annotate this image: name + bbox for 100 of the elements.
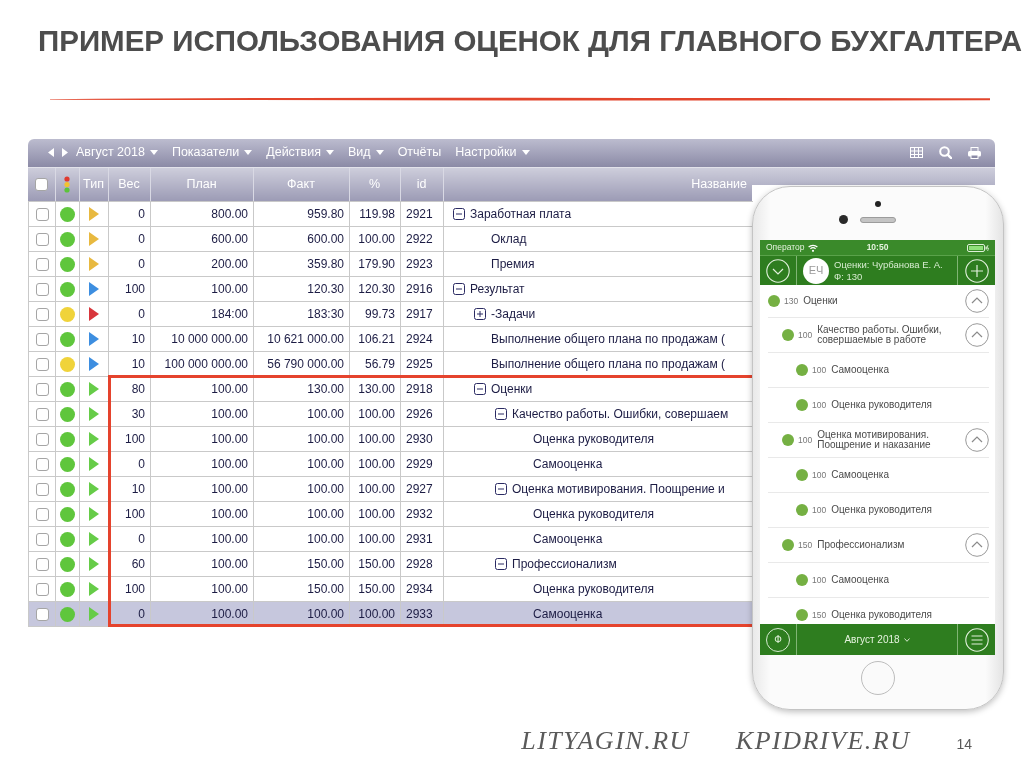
table-cell: 100.00 [150, 526, 254, 551]
row-checkbox[interactable] [35, 207, 49, 221]
table-row[interactable]: 100 100.00 150.00 150.00 2934 Оценка руководителя [28, 576, 753, 601]
item-label[interactable]: Самооценка [831, 574, 989, 586]
table-row[interactable]: 0 200.00 359.80 179.90 2923 Премия [28, 251, 753, 276]
table-cell: 100.00 [349, 526, 401, 551]
row-name: Самооценка [533, 455, 603, 473]
row-checkbox[interactable] [35, 507, 49, 521]
row-checkbox[interactable] [35, 532, 49, 546]
table-row[interactable]: 0 184:00 183:30 99.73 2917 -Задачи [28, 301, 753, 326]
item-label[interactable]: Оценка мотивирования. Поощрение и наказание [817, 429, 961, 451]
item-label[interactable]: Оценка руководителя [831, 504, 989, 516]
table-cell: 179.90 [349, 251, 401, 276]
item-label[interactable]: Оценка руководителя [831, 609, 989, 621]
table-cell: 150.00 [349, 576, 401, 601]
table-cell: 100.00 [150, 501, 254, 526]
table-grid-icon[interactable] [910, 147, 923, 158]
add-icon[interactable] [964, 258, 989, 283]
row-name: Выполнение общего плана по продажам ( [491, 355, 726, 373]
minus-box-icon[interactable] [495, 482, 507, 495]
row-checkbox[interactable] [35, 232, 49, 246]
row-checkbox[interactable] [35, 307, 49, 321]
table-cell: 2922 [400, 226, 444, 251]
table-cell: 150.00 [253, 551, 350, 576]
status-dot-icon [782, 539, 794, 551]
table-cell: 2916 [400, 276, 444, 301]
table-row[interactable]: 100 100.00 100.00 100.00 2932 Оценка руководителя [28, 501, 753, 526]
previous-arrow-icon[interactable] [48, 148, 54, 157]
minus-box-icon[interactable] [453, 207, 465, 220]
score-label: 100 [812, 468, 827, 482]
score-label: 100 [812, 503, 827, 517]
item-label[interactable]: Качество работы. Ошибки, совершаемые в работе [817, 324, 961, 346]
table-row[interactable]: 0 800.00 959.80 119.98 2921 Заработная плата [28, 201, 753, 226]
table-row[interactable]: 0 100.00 100.00 100.00 2929 Самооценка [28, 451, 753, 476]
chevron-down-icon[interactable] [766, 258, 790, 283]
table-cell: 2926 [400, 401, 444, 426]
status-dot-icon [796, 504, 808, 516]
table-cell: 119.98 [349, 201, 401, 226]
table-cell: 100.00 [349, 476, 401, 501]
row-checkbox[interactable] [35, 582, 49, 596]
table-cell: 2923 [400, 251, 444, 276]
table-cell: 183:30 [253, 301, 350, 326]
item-label[interactable]: Самооценка [831, 364, 989, 376]
table-row[interactable]: 0 600.00 600.00 100.00 2922 Оклад [28, 226, 753, 251]
table-cell: 0 [108, 301, 151, 326]
row-checkbox[interactable] [35, 557, 49, 571]
table-row[interactable]: 60 100.00 150.00 150.00 2928 Профессионализм [28, 551, 753, 576]
table-row[interactable]: 0 100.00 100.00 100.00 2931 Самооценка [28, 526, 753, 551]
row-checkbox[interactable] [35, 332, 49, 346]
search-icon[interactable] [939, 146, 952, 159]
minus-box-icon[interactable] [474, 382, 486, 395]
minus-box-icon[interactable] [453, 282, 465, 295]
item-label[interactable]: Самооценка [831, 469, 989, 481]
table-cell: 2928 [400, 551, 444, 576]
table-cell: 359.80 [253, 251, 350, 276]
plus-box-icon[interactable] [474, 307, 486, 320]
row-checkbox[interactable] [35, 382, 49, 396]
item-label[interactable]: Оценка руководителя [831, 399, 989, 411]
minus-box-icon[interactable] [495, 557, 507, 570]
item-label[interactable]: Оценки [803, 295, 961, 307]
score-label: 100 [798, 433, 813, 447]
period-dropdown[interactable]: Август 2018 [797, 632, 957, 647]
chevron-up-icon[interactable] [965, 289, 989, 313]
table-cell: 2934 [400, 576, 444, 601]
chevron-up-icon[interactable] [965, 323, 989, 347]
table-cell: 800.00 [150, 201, 254, 226]
score-label: 100 [812, 573, 827, 587]
next-arrow-icon[interactable] [62, 148, 68, 157]
menu-icon[interactable] [964, 627, 989, 652]
table-cell: 100.00 [349, 501, 401, 526]
row-checkbox[interactable] [35, 257, 49, 271]
print-icon[interactable] [968, 146, 981, 159]
chevron-up-icon[interactable] [965, 533, 989, 557]
select-all-checkbox[interactable] [34, 177, 48, 191]
table-row[interactable]: 100 100.00 100.00 100.00 2930 Оценка руководителя [28, 426, 753, 451]
chevron-up-icon[interactable] [965, 428, 989, 452]
row-checkbox[interactable] [35, 482, 49, 496]
table-row[interactable]: 80 100.00 130.00 130.00 2918 Оценки [28, 376, 753, 401]
table-cell: 600.00 [253, 226, 350, 251]
row-checkbox[interactable] [35, 432, 49, 446]
table-cell: 100.00 [150, 276, 254, 301]
table-row[interactable]: 100 100.00 120.30 120.30 2916 Результат [28, 276, 753, 301]
row-checkbox[interactable] [35, 407, 49, 421]
table-row[interactable]: 30 100.00 100.00 100.00 2926 Качество работы. Ошибки, совершаем [28, 401, 753, 426]
row-name: Оклад [491, 230, 527, 248]
table-cell: 100.00 [150, 401, 254, 426]
minus-box-icon[interactable] [495, 407, 507, 420]
table-cell: 600.00 [150, 226, 254, 251]
row-checkbox[interactable] [35, 457, 49, 471]
item-label[interactable]: Профессионализм [817, 539, 961, 551]
row-checkbox[interactable] [35, 282, 49, 296]
home-button[interactable] [861, 661, 895, 695]
status-dot-icon [782, 329, 794, 341]
table-row[interactable]: 10 100.00 100.00 100.00 2927 Оценка мотивирования. Поощрение и [28, 476, 753, 501]
table-row[interactable]: 10 10 000 000.00 10 621 000.00 106.21 2924 Выполнение общего плана по продажам ( [28, 326, 753, 351]
row-name: Результат [470, 280, 525, 298]
row-checkbox[interactable] [35, 607, 49, 621]
speaker-slot-icon [860, 216, 896, 223]
table-cell: 200.00 [150, 251, 254, 276]
row-checkbox[interactable] [35, 357, 49, 371]
